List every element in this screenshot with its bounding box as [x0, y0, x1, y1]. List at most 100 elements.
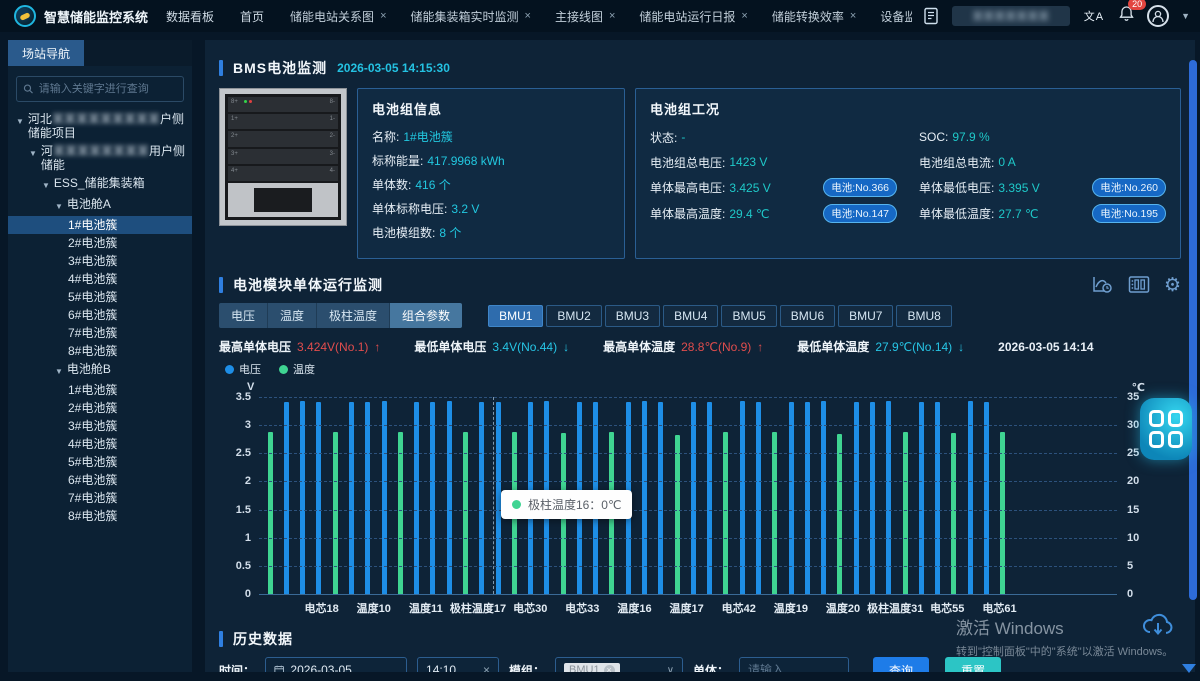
param-tab-温度[interactable]: 温度 — [268, 303, 317, 328]
led-red-icon — [249, 100, 252, 103]
nav-tab[interactable]: 储能电站运行日报× — [639, 8, 747, 25]
tree-node[interactable]: ▼电池舱B — [8, 360, 192, 381]
bmu-tab-BMU7[interactable]: BMU7 — [838, 305, 893, 327]
translate-icon[interactable]: 文A — [1082, 7, 1106, 25]
tree-node[interactable]: 1#电池簇 — [8, 381, 192, 399]
tooltip-series-dot — [512, 500, 521, 509]
reset-button[interactable]: 重置 — [945, 657, 1001, 672]
tree-label-prefix: 河北 — [28, 112, 52, 126]
tab-station-nav[interactable]: 场站导航 — [8, 40, 84, 66]
bmu-tab-BMU6[interactable]: BMU6 — [780, 305, 835, 327]
tab-close-icon[interactable]: × — [525, 10, 531, 22]
trend-history-icon[interactable] — [1092, 275, 1114, 295]
user-avatar[interactable] — [1147, 5, 1169, 27]
chart-bar[interactable] — [675, 435, 680, 594]
user-menu-caret-icon[interactable]: ▼ — [1181, 11, 1190, 21]
tree-node[interactable]: 4#电池簇 — [8, 270, 192, 288]
chart-bar[interactable] — [333, 432, 338, 594]
chart-bar[interactable] — [772, 432, 777, 594]
nav-tab[interactable]: 设备监测× — [880, 8, 911, 25]
org-name-box[interactable]: 某某某某某某某 — [952, 6, 1070, 26]
tree-node[interactable]: 3#电池簇 — [8, 252, 192, 270]
tree-node[interactable]: 8#电池簇 — [8, 507, 192, 525]
chart-bar[interactable] — [723, 432, 728, 594]
tag-remove-icon[interactable]: × — [604, 665, 615, 673]
app-root: 智慧储能监控系统 数据看板首页 储能电站关系图×储能集装箱实时监测×主接线图×储… — [0, 0, 1200, 681]
tree-node[interactable]: 6#电池簇 — [8, 471, 192, 489]
floating-apps-button[interactable] — [1140, 398, 1192, 460]
legend-item[interactable]: 温度 — [279, 361, 315, 377]
tree-expand-icon[interactable]: ▼ — [29, 147, 37, 161]
tree-node-label: 3#电池簇 — [68, 419, 117, 433]
bmu-tab-BMU4[interactable]: BMU4 — [663, 305, 718, 327]
tree-node[interactable]: ▼电池舱A — [8, 195, 192, 216]
tree-expand-icon[interactable]: ▼ — [42, 179, 50, 193]
tab-close-icon[interactable]: × — [380, 10, 386, 22]
tree-node[interactable]: 7#电池簇 — [8, 324, 192, 342]
param-tab-电压[interactable]: 电压 — [219, 303, 268, 328]
nav-tab[interactable]: 主接线图× — [555, 8, 615, 25]
cloud-download-icon — [1142, 612, 1174, 643]
chart-bar[interactable] — [463, 432, 468, 594]
bmu-tab-BMU8[interactable]: BMU8 — [896, 305, 951, 327]
nav-tab[interactable]: 储能转换效率× — [772, 8, 856, 25]
tree-label-masked: 某某某某某某某某 — [53, 144, 149, 158]
bmu-tab-BMU3[interactable]: BMU3 — [605, 305, 660, 327]
chart-bar[interactable] — [1000, 432, 1005, 594]
cell-input[interactable] — [748, 663, 840, 672]
chart-plot-area[interactable]: V ℃ 极柱温度16：0℃ 3.5353302.5252201.5151100.… — [259, 397, 1117, 595]
tree-node[interactable]: 8#电池簇 — [8, 342, 192, 360]
scrollbar-down-arrow[interactable] — [1182, 664, 1196, 673]
nav-tab[interactable]: 储能集装箱实时监测× — [411, 8, 531, 25]
notification-bell[interactable]: 20 — [1118, 5, 1135, 27]
settings-gear-icon[interactable]: ⚙ — [1164, 276, 1181, 295]
param-tab-组合参数[interactable]: 组合参数 — [390, 303, 462, 328]
tree-expand-icon[interactable]: ▼ — [16, 115, 24, 129]
report-icon[interactable] — [922, 7, 940, 25]
nav-menu-item[interactable]: 首页 — [240, 8, 264, 25]
chart-bar[interactable] — [837, 434, 842, 594]
tree-expand-icon[interactable]: ▼ — [55, 200, 63, 214]
tree-node[interactable]: 2#电池簇 — [8, 234, 192, 252]
chart-bar[interactable] — [398, 432, 403, 594]
legend-item[interactable]: 电压 — [225, 361, 261, 377]
module-select[interactable]: BMU1 × ∨ — [555, 657, 683, 672]
tree-expand-icon[interactable]: ▼ — [55, 365, 63, 379]
chart-bar[interactable] — [951, 433, 956, 594]
bmu-tab-BMU1[interactable]: BMU1 — [488, 305, 543, 327]
tab-close-icon[interactable]: × — [741, 10, 747, 22]
scrollbar-thumb[interactable] — [1189, 60, 1197, 600]
time-input[interactable] — [426, 663, 477, 672]
tree-node[interactable]: 5#电池簇 — [8, 453, 192, 471]
bmu-tab-BMU2[interactable]: BMU2 — [546, 305, 601, 327]
pack-value: 29.4 ℃ — [729, 207, 769, 221]
tree-node[interactable]: 6#电池簇 — [8, 306, 192, 324]
sidebar-search-input[interactable] — [39, 83, 177, 95]
chart-bar[interactable] — [268, 432, 273, 594]
cells-section-title: 电池模块单体运行监测 — [233, 275, 383, 295]
query-button[interactable]: 查询 — [873, 657, 929, 672]
tree-node[interactable]: ▼河北某某某某某某某某某户侧储能项目 — [8, 110, 192, 142]
tree-node[interactable]: 2#电池簇 — [8, 399, 192, 417]
tree-node[interactable]: ▼河某某某某某某某某用户侧储能 — [8, 142, 192, 174]
tree-node[interactable]: 7#电池簇 — [8, 489, 192, 507]
tree-node[interactable]: 1#电池簇 — [8, 216, 192, 234]
tree-node[interactable]: 4#电池簇 — [8, 435, 192, 453]
time-clear-icon[interactable]: × — [483, 663, 490, 672]
param-tab-极柱温度[interactable]: 极柱温度 — [317, 303, 390, 328]
nav-tab[interactable]: 储能电站关系图× — [290, 8, 386, 25]
date-input[interactable] — [290, 663, 398, 672]
nav-menu-item[interactable]: 数据看板 — [166, 8, 214, 25]
tree-node[interactable]: ▼ESS_储能集装箱 — [8, 174, 192, 195]
tree-label-prefix: 河 — [41, 144, 53, 158]
data-table-icon[interactable] — [1128, 275, 1150, 295]
tab-close-icon[interactable]: × — [609, 10, 615, 22]
tree-node[interactable]: 3#电池簇 — [8, 417, 192, 435]
tab-close-icon[interactable]: × — [850, 10, 856, 22]
top-navbar: 智慧储能监控系统 数据看板首页 储能电站关系图×储能集装箱实时监测×主接线图×储… — [0, 0, 1200, 32]
x-axis-label: 电芯42 — [722, 600, 756, 616]
y-tick-left: 1.5 — [236, 504, 251, 516]
tree-node[interactable]: 5#电池簇 — [8, 288, 192, 306]
chart-bar[interactable] — [903, 432, 908, 594]
bmu-tab-BMU5[interactable]: BMU5 — [721, 305, 776, 327]
